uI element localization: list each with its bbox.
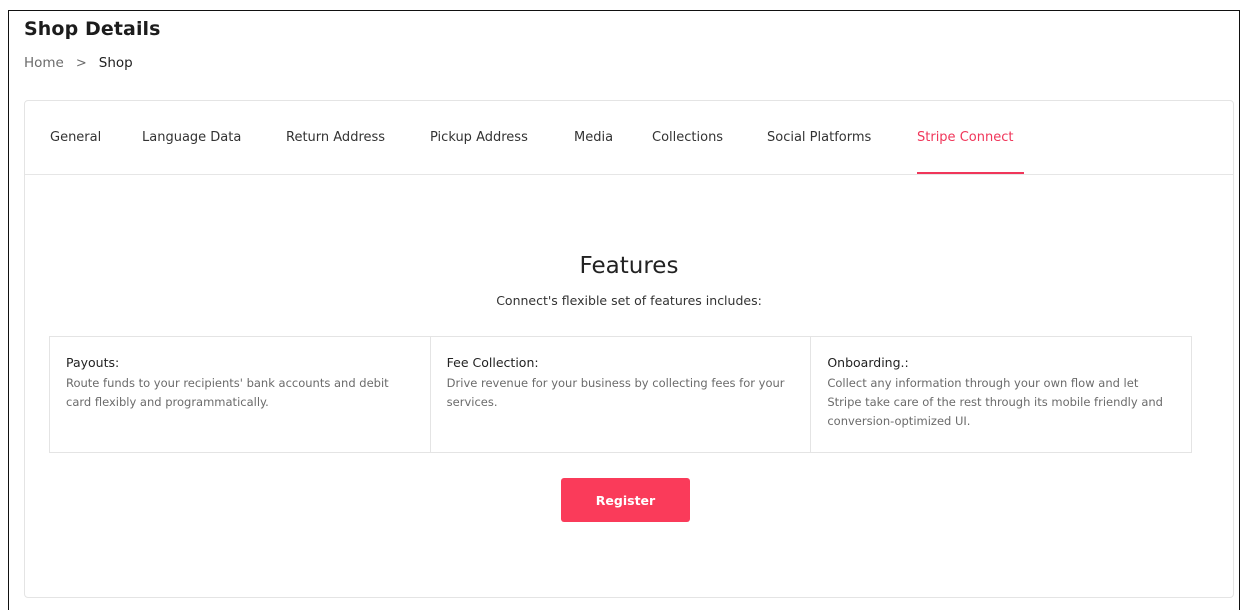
register-button[interactable]: Register xyxy=(561,478,690,522)
breadcrumb: Home > Shop xyxy=(24,55,133,71)
feature-onboarding: Onboarding.: Collect any information thr… xyxy=(811,337,1191,452)
feature-fee-collection: Fee Collection: Drive revenue for your b… xyxy=(431,337,812,452)
breadcrumb-separator-icon: > xyxy=(75,55,87,71)
feature-payouts: Payouts: Route funds to your recipients'… xyxy=(50,337,431,452)
tab-return-address[interactable]: Return Address xyxy=(286,130,385,145)
tab-language-data[interactable]: Language Data xyxy=(142,130,241,145)
tab-general[interactable]: General xyxy=(50,130,101,145)
breadcrumb-home-link[interactable]: Home xyxy=(24,55,64,71)
features-heading: Features xyxy=(579,253,679,279)
tab-stripe-connect[interactable]: Stripe Connect xyxy=(917,130,1013,145)
feature-description: Drive revenue for your business by colle… xyxy=(446,376,785,409)
active-tab-indicator xyxy=(917,172,1024,174)
page-title: Shop Details xyxy=(24,18,161,40)
shop-details-card: General Language Data Return Address Pic… xyxy=(24,100,1234,598)
tab-bar: General Language Data Return Address Pic… xyxy=(25,101,1233,175)
tab-collections[interactable]: Collections xyxy=(652,130,723,145)
feature-title: Fee Collection: xyxy=(446,355,539,370)
tab-media[interactable]: Media xyxy=(574,130,613,145)
features-grid: Payouts: Route funds to your recipients'… xyxy=(49,336,1192,453)
feature-description: Route funds to your recipients' bank acc… xyxy=(66,376,389,409)
breadcrumb-current: Shop xyxy=(98,55,133,71)
tab-pickup-address[interactable]: Pickup Address xyxy=(430,130,528,145)
features-subtitle: Connect's flexible set of features inclu… xyxy=(496,293,762,308)
feature-description: Collect any information through your own… xyxy=(827,376,1163,428)
tab-social-platforms[interactable]: Social Platforms xyxy=(767,130,871,145)
feature-title: Onboarding.: xyxy=(827,355,909,370)
feature-title: Payouts: xyxy=(66,355,120,370)
